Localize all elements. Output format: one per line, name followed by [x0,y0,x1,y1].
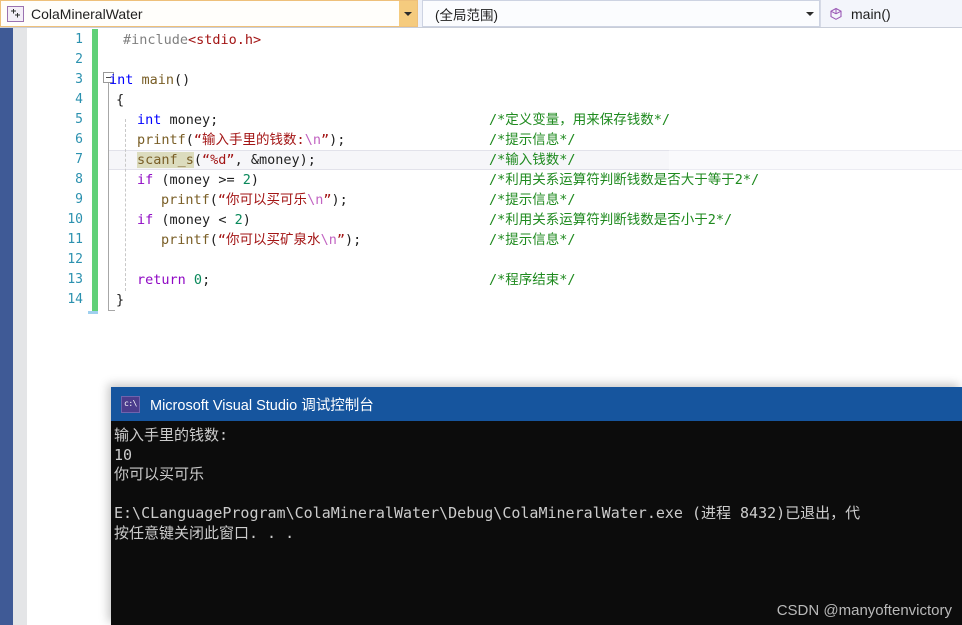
left-blue-strip [0,28,13,625]
scope-selector-value: (全局范围) [435,7,498,23]
debug-console-window[interactable]: c:\ Microsoft Visual Studio 调试控制台 输入手里的钱… [111,387,962,625]
code-line-comment: /*提示信息*/ [489,132,576,148]
code-line[interactable]: printf(“你可以买可乐\n”); /*提示信息*/ [109,190,962,210]
line-number: 13 [67,272,83,287]
fold-region-foot [108,310,115,311]
code-line-comment: /*提示信息*/ [489,192,576,208]
code-line-text: printf(“你可以买可乐\n”); [161,192,348,208]
cpp-project-icon [7,5,24,22]
code-line[interactable]: int main() [109,70,962,90]
code-line-text: int money; [137,112,219,128]
csdn-watermark: CSDN @manyoftenvictory [776,602,952,619]
code-line-text: #include<stdio.h> [123,32,262,48]
line-number: 5 [75,112,83,127]
line-number: 3 [75,72,83,87]
method-cube-icon [829,7,843,21]
code-line-comment: /*利用关系运算符判断钱数是否大于等于2*/ [489,172,760,188]
code-line[interactable] [109,250,962,270]
line-number: 14 [67,292,83,307]
line-number: 2 [75,52,83,67]
change-indicator-bar [92,29,98,311]
code-line-text: { [116,92,125,108]
code-line[interactable]: if (money < 2) /*利用关系运算符判断钱数是否小于2*/ [109,210,962,230]
console-icon-text: c:\ [124,399,137,408]
line-number: 8 [75,172,83,187]
console-title-text: Microsoft Visual Studio 调试控制台 [150,397,374,414]
code-line[interactable]: if (money >= 2) /*利用关系运算符判断钱数是否大于等于2*/ [109,170,962,190]
code-line-comment: /*输入钱数*/ [489,152,576,168]
code-editor[interactable]: 1 2 3 4 5 6 7 8 9 10 11 12 13 14 #include<stdio.h> int… [27,29,962,319]
code-line[interactable]: printf(“输入手里的钱数:\n”); /*提示信息*/ [109,130,962,150]
code-line-comment: /*定义变量，用来保存钱数*/ [489,112,671,128]
code-line-text: printf(“输入手里的钱数:\n”); [137,132,346,148]
code-line[interactable]: } [109,290,962,310]
line-number-gutter: 1 2 3 4 5 6 7 8 9 10 11 12 13 14 [27,29,83,319]
code-line[interactable]: return 0; /*程序结束*/ [109,270,962,290]
code-line[interactable]: printf(“你可以买矿泉水\n”); /*提示信息*/ [109,230,962,250]
line-number: 12 [67,252,83,267]
line-number: 11 [67,232,83,247]
code-line-comment: /*提示信息*/ [489,232,576,248]
code-line[interactable]: int money; /*定义变量，用来保存钱数*/ [109,110,962,130]
console-output-line: E:\CLanguageProgram\ColaMineralWater\Deb… [114,504,861,522]
editor-navigation-bar: ColaMineralWater (全局范围) main() [0,0,962,28]
code-line-comment: /*程序结束*/ [489,272,576,288]
code-line-text: if (money < 2) [137,212,251,228]
code-line-text: return 0; [137,272,211,288]
chevron-down-icon[interactable] [399,1,417,26]
line-number: 4 [75,92,83,107]
code-line[interactable]: scanf_s(“%d”, &money); /*输入钱数*/ [109,150,962,170]
code-line[interactable]: #include<stdio.h> [109,30,962,50]
line-number: 9 [75,192,83,207]
cmd-prompt-icon: c:\ [121,395,140,413]
console-title-bar[interactable]: c:\ Microsoft Visual Studio 调试控制台 [111,387,962,421]
screenshot-root: ColaMineralWater (全局范围) main() 1 2 3 4 5… [0,0,962,625]
project-selector-value: ColaMineralWater [31,5,143,22]
code-line-text: if (money >= 2) [137,172,260,188]
line-number: 6 [75,132,83,147]
code-line-text: int main() [109,72,191,88]
line-number: 10 [67,212,83,227]
editor-left-margin [13,28,27,625]
member-selector-value: main() [851,5,891,22]
console-output-line: 输入手里的钱数: [114,426,229,444]
code-line-text: scanf_s(“%d”, &money); [137,152,316,168]
console-output-line: 你可以买可乐 [114,465,205,483]
scope-selector-combo[interactable]: (全局范围) [422,0,820,27]
console-output-line: 按任意键关闭此窗口. . . [114,523,295,542]
console-output-line: 10 [114,445,133,464]
code-line-text: } [116,292,125,308]
code-line-text: printf(“你可以买矿泉水\n”); [161,232,362,248]
code-line[interactable]: { [109,90,962,110]
line-number: 7 [75,152,83,167]
member-selector-combo[interactable]: main() [820,0,962,27]
code-line[interactable] [109,50,962,70]
chevron-down-icon[interactable] [801,1,819,26]
text-caret [88,311,98,314]
line-number: 1 [75,32,83,47]
code-line-comment: /*利用关系运算符判断钱数是否小于2*/ [489,212,733,228]
project-selector-combo[interactable]: ColaMineralWater [0,0,418,27]
console-output: 输入手里的钱数: 10 你可以买可乐 E:\CLanguageProgram\Col… [111,421,962,625]
